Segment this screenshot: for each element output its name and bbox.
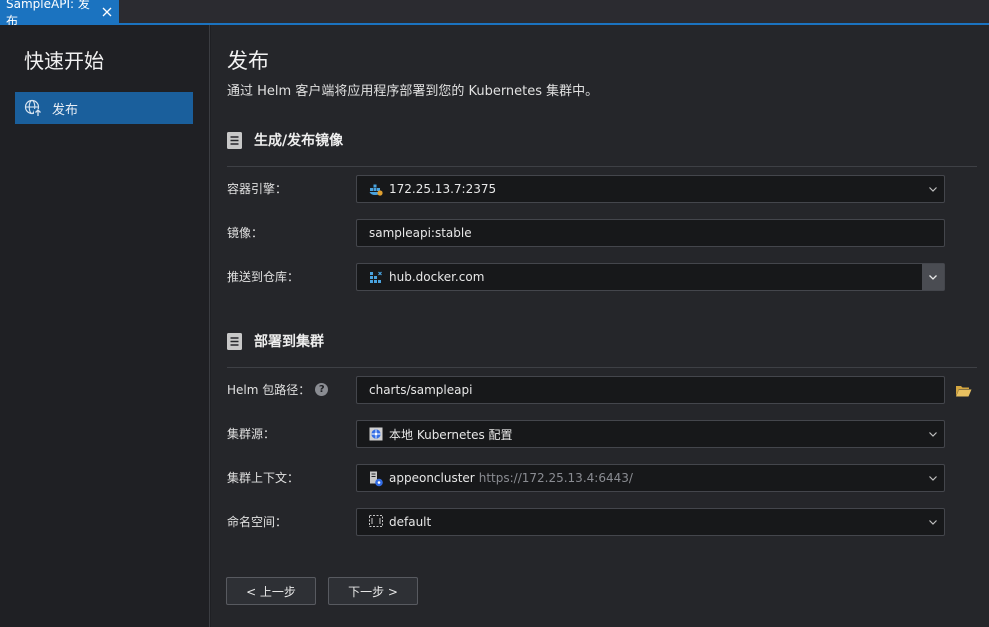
- tab-sampleapi-publish[interactable]: SampleAPI: 发布: [0, 0, 119, 28]
- docker-engine-icon: [369, 182, 383, 196]
- section-title: 部署到集群: [254, 334, 324, 350]
- section-title: 生成/发布镜像: [254, 133, 344, 149]
- page-subtitle: 通过 Helm 客户端将应用程序部署到您的 Kubernetes 集群中。: [227, 84, 599, 99]
- field-value: sampleapi:stable: [369, 226, 472, 240]
- help-icon[interactable]: ?: [315, 382, 329, 396]
- sidebar-item-publish[interactable]: 发布: [15, 92, 193, 124]
- field-label: 集群源：: [227, 426, 276, 441]
- page-title: 发布: [227, 49, 269, 73]
- cluster-source-dropdown[interactable]: 本地 Kubernetes 配置: [356, 420, 945, 448]
- image-input[interactable]: sampleapi:stable: [356, 219, 945, 247]
- document-icon: [227, 332, 242, 350]
- section-build-header: 生成/发布镜像: [227, 130, 343, 150]
- divider: [227, 367, 977, 368]
- field-value: hub.docker.com: [389, 270, 485, 284]
- helm-chart-path-input[interactable]: charts/sampleapi: [356, 376, 945, 404]
- chevron-down-icon[interactable]: [928, 428, 938, 440]
- tab-strip: SampleAPI: 发布: [0, 0, 989, 28]
- cluster-icon: [369, 471, 383, 487]
- sidebar-title: 快速开始: [24, 49, 104, 73]
- cluster-context-dropdown[interactable]: appeoncluster https://172.25.13.4:6443/: [356, 464, 945, 492]
- field-value: default: [389, 515, 432, 529]
- divider: [227, 166, 977, 167]
- field-value: 172.25.13.7:2375: [389, 182, 497, 196]
- field-value: 本地 Kubernetes 配置: [389, 427, 513, 442]
- sidebar-item-label: 发布: [52, 102, 79, 118]
- field-label: 镜像：: [227, 225, 264, 240]
- browse-folder-icon[interactable]: [953, 380, 973, 400]
- kubernetes-icon: [369, 427, 383, 441]
- field-label-text: Helm 包路径：: [227, 382, 311, 397]
- globe-upload-icon: [24, 99, 42, 117]
- chevron-down-icon[interactable]: [928, 472, 938, 484]
- section-deploy-header: 部署到集群: [227, 331, 324, 351]
- chevron-down-icon[interactable]: [928, 183, 938, 195]
- registry-icon: [369, 270, 383, 284]
- sidebar: 快速开始 发布: [0, 25, 210, 627]
- field-label: 容器引擎：: [227, 181, 288, 196]
- close-icon[interactable]: [100, 5, 114, 19]
- main-panel: 发布 通过 Helm 客户端将应用程序部署到您的 Kubernetes 集群中。…: [211, 25, 989, 627]
- back-button[interactable]: < 上一步: [226, 577, 316, 605]
- field-label: 集群上下文：: [227, 470, 300, 485]
- namespace-icon: [369, 515, 383, 529]
- chevron-down-icon[interactable]: [922, 264, 944, 290]
- field-value: appeoncluster: [389, 471, 475, 485]
- field-label: 推送到仓库：: [227, 269, 300, 284]
- field-value: charts/sampleapi: [369, 383, 473, 397]
- field-label: Helm 包路径： ?: [227, 381, 329, 397]
- next-button[interactable]: 下一步 >: [328, 577, 418, 605]
- chevron-down-icon[interactable]: [928, 516, 938, 528]
- document-icon: [227, 131, 242, 149]
- cluster-url: https://172.25.13.4:6443/: [478, 471, 633, 485]
- namespace-dropdown[interactable]: default: [356, 508, 945, 536]
- container-engine-dropdown[interactable]: 172.25.13.7:2375: [356, 175, 945, 203]
- registry-dropdown[interactable]: hub.docker.com: [356, 263, 945, 291]
- field-label: 命名空间：: [227, 514, 288, 529]
